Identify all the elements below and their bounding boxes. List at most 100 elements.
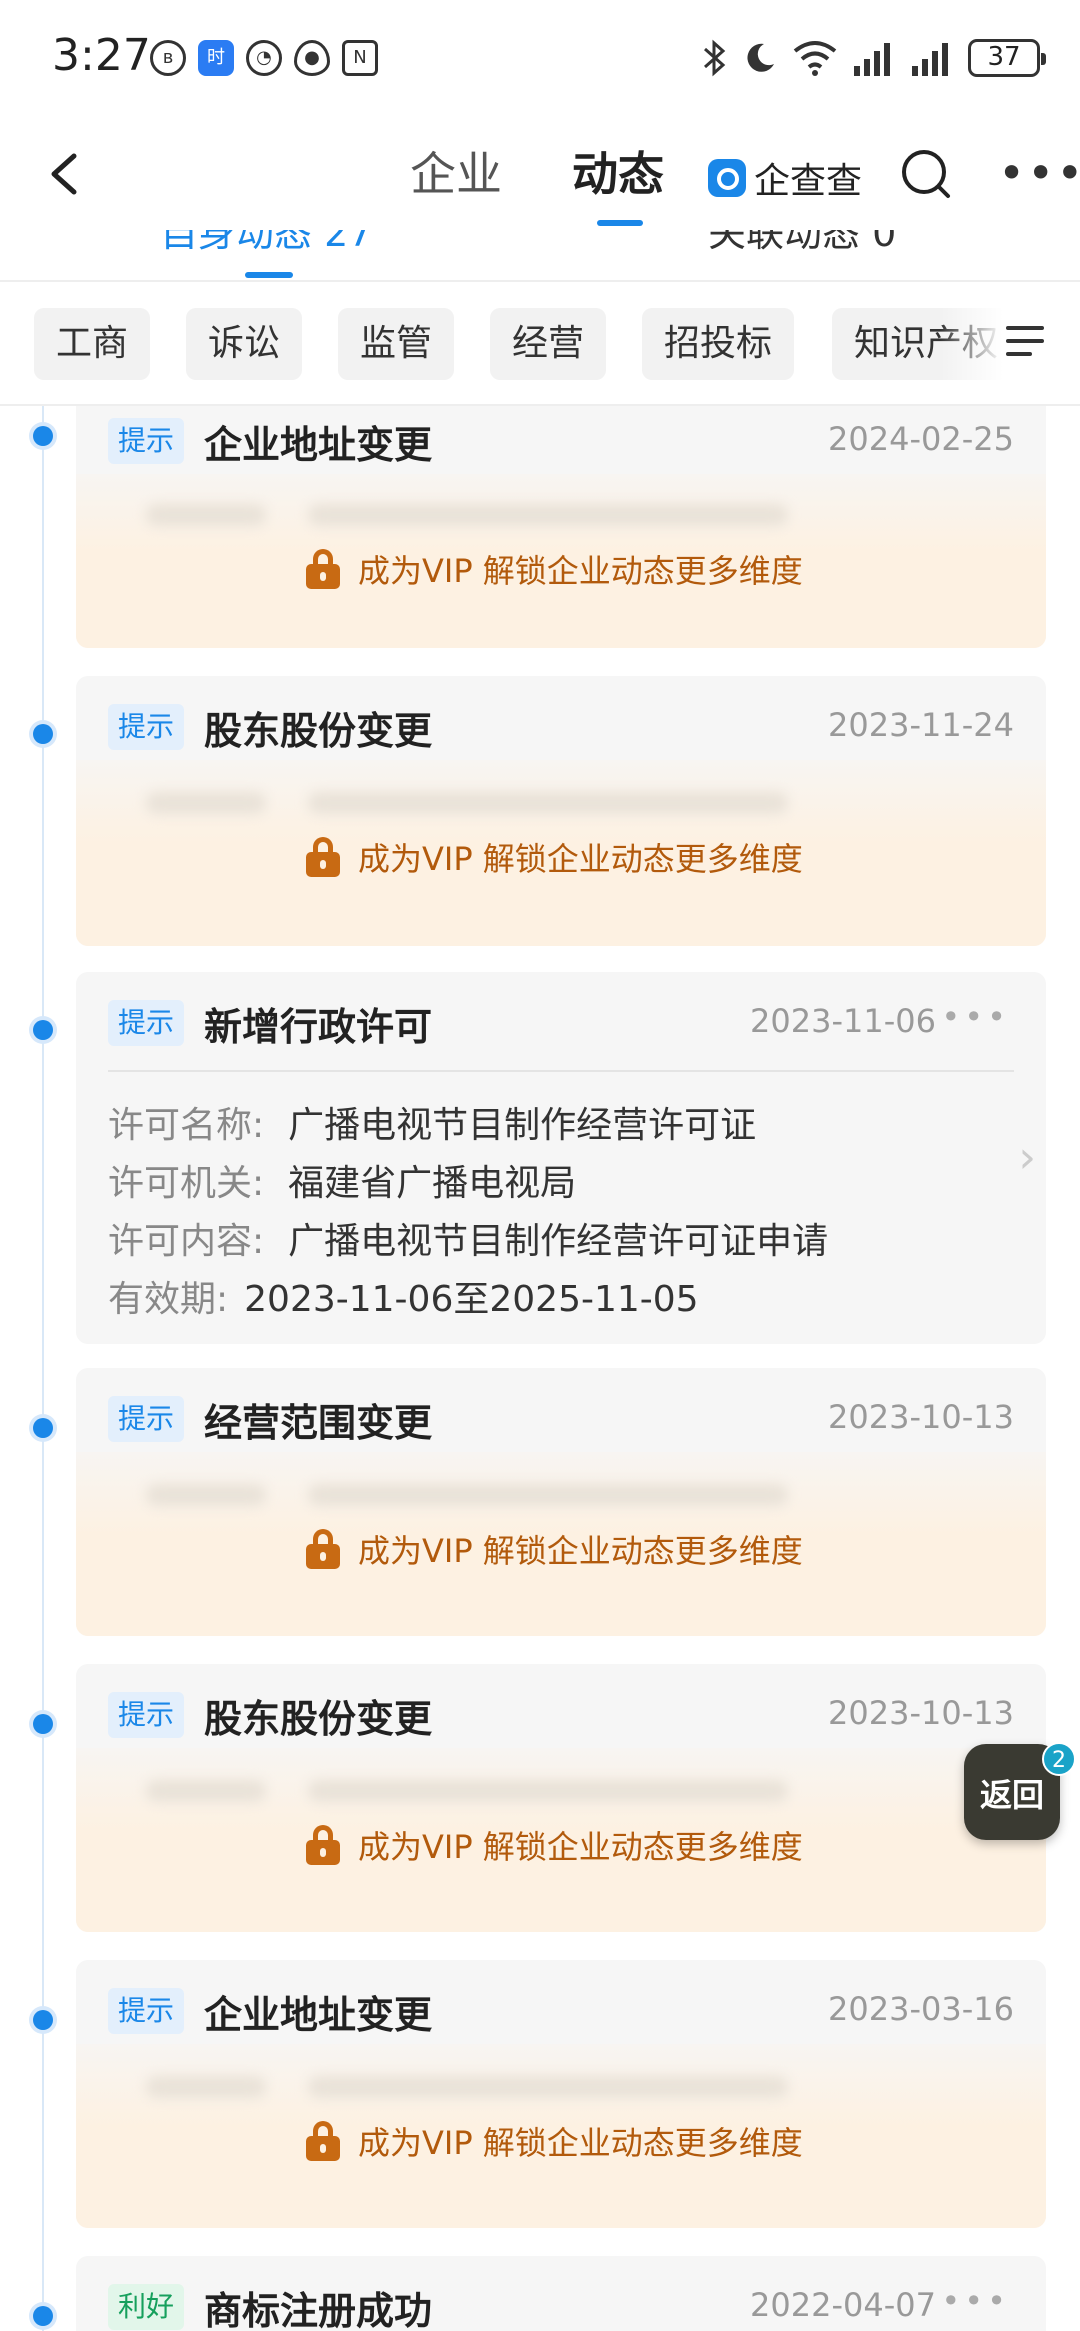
chevron-left-icon bbox=[51, 153, 77, 195]
vip-unlock-prompt[interactable]: 成为VIP 解锁企业动态更多维度 bbox=[306, 834, 803, 880]
blurred-text bbox=[146, 2076, 266, 2098]
chip-operation[interactable]: 经营 bbox=[490, 308, 607, 380]
timeline-dot bbox=[33, 2306, 53, 2326]
dynamic-item[interactable]: 提示 经营范围变更 2023-10-13 成为VIP 解锁企业动态更多维度 bbox=[76, 1368, 1046, 1636]
item-date: 2024-02-25 bbox=[828, 420, 1014, 458]
vip-unlock-prompt[interactable]: 成为VIP 解锁企业动态更多维度 bbox=[306, 1822, 803, 1868]
tab-own-dynamics[interactable]: 自身动态 27 bbox=[160, 230, 372, 257]
active-tab-indicator bbox=[597, 220, 643, 226]
item-more-icon[interactable]: ••• bbox=[941, 2282, 1010, 2320]
lock-icon bbox=[306, 1529, 340, 1569]
battery-indicator: 37 bbox=[968, 39, 1046, 77]
vip-unlock-text: 成为VIP 解锁企业动态更多维度 bbox=[358, 1828, 803, 1866]
bluetooth-app-icon: ʙ bbox=[150, 40, 186, 76]
item-date: 2023-11-06 bbox=[750, 1002, 936, 1040]
brand-logo: 企查查 bbox=[708, 152, 862, 204]
vip-locked-area[interactable]: 成为VIP 解锁企业动态更多维度 bbox=[76, 760, 1046, 946]
timeline-dot bbox=[33, 724, 53, 744]
brand-name: 企查查 bbox=[754, 161, 863, 202]
item-date: 2023-03-16 bbox=[828, 1990, 1014, 2028]
dynamic-item[interactable]: 提示 企业地址变更 2024-02-25 成为VIP 解锁企业动态更多维度 bbox=[76, 406, 1046, 648]
chip-bidding[interactable]: 招投标 bbox=[642, 308, 795, 380]
back-button[interactable] bbox=[36, 144, 96, 204]
lock-icon bbox=[306, 549, 340, 589]
blurred-text bbox=[308, 1780, 788, 1802]
vip-locked-area[interactable]: 成为VIP 解锁企业动态更多维度 bbox=[76, 474, 1046, 648]
eye-icon: ● bbox=[294, 40, 330, 76]
item-title: 企业地址变更 bbox=[204, 1993, 433, 2037]
lock-icon bbox=[306, 2121, 340, 2161]
tag-tip: 提示 bbox=[108, 1988, 185, 2034]
detail-label: 许可机关: bbox=[108, 1163, 265, 1204]
item-title: 商标注册成功 bbox=[204, 2289, 433, 2331]
cloud-icon: ◔ bbox=[246, 40, 282, 76]
vip-unlock-text: 成为VIP 解锁企业动态更多维度 bbox=[358, 552, 803, 590]
app-screen: 3:27 ʙ 时 ◔ ● N 37 企业 动态 企查查 ••• 自身动态 27 … bbox=[0, 0, 1080, 2331]
divider bbox=[108, 1070, 1014, 1072]
timeline-dot bbox=[33, 1714, 53, 1734]
vip-locked-area[interactable]: 成为VIP 解锁企业动态更多维度 bbox=[76, 2044, 1046, 2228]
category-filter-bar: 工商 诉讼 监管 经营 招投标 知识产权 bbox=[0, 284, 1080, 406]
sub-tab-indicator bbox=[245, 272, 293, 278]
detail-row: 许可内容: 广播电视节目制作经营许可证申请 bbox=[108, 1212, 828, 1264]
chip-business[interactable]: 工商 bbox=[34, 308, 151, 380]
item-title: 企业地址变更 bbox=[204, 423, 433, 467]
tab-related-dynamics[interactable]: 关联动态 0 bbox=[708, 230, 896, 257]
vip-locked-area[interactable]: 成为VIP 解锁企业动态更多维度 bbox=[76, 1452, 1046, 1636]
blurred-text bbox=[146, 1780, 266, 1802]
detail-value: 广播电视节目制作经营许可证申请 bbox=[288, 1221, 829, 1262]
detail-label: 许可名称: bbox=[108, 1105, 265, 1146]
item-more-icon[interactable]: ••• bbox=[941, 998, 1010, 1036]
blurred-text bbox=[308, 792, 788, 814]
item-date: 2023-11-24 bbox=[828, 706, 1014, 744]
tab-dynamics[interactable]: 动态 bbox=[572, 144, 664, 204]
system-icons: 37 bbox=[702, 38, 1046, 78]
blurred-text bbox=[308, 2076, 788, 2098]
status-bar: 3:27 ʙ 时 ◔ ● N 37 bbox=[0, 0, 1080, 120]
item-title: 股东股份变更 bbox=[204, 1697, 433, 1741]
item-date: 2023-10-13 bbox=[828, 1694, 1014, 1732]
item-date: 2023-10-13 bbox=[828, 1398, 1014, 1436]
sub-tab-bar: 自身动态 27 关联动态 0 bbox=[0, 230, 1080, 282]
vip-locked-area[interactable]: 成为VIP 解锁企业动态更多维度 bbox=[76, 1748, 1046, 1932]
filter-menu-icon[interactable] bbox=[1006, 326, 1048, 362]
dynamic-item[interactable]: 提示 新增行政许可 2023-11-06 ••• 许可名称: 广播电视节目制作经营… bbox=[76, 972, 1046, 1344]
tab-company[interactable]: 企业 bbox=[410, 144, 502, 204]
detail-label: 许可内容: bbox=[108, 1221, 265, 1262]
vip-unlock-prompt[interactable]: 成为VIP 解锁企业动态更多维度 bbox=[306, 1526, 803, 1572]
nfc-icon: N bbox=[342, 40, 378, 76]
blurred-text bbox=[308, 504, 788, 526]
bluetooth-icon bbox=[704, 39, 726, 77]
vip-unlock-prompt[interactable]: 成为VIP 解锁企业动态更多维度 bbox=[306, 546, 803, 592]
status-time: 3:27 bbox=[52, 30, 151, 81]
dynamic-item[interactable]: 提示 企业地址变更 2023-03-16 成为VIP 解锁企业动态更多维度 bbox=[76, 1960, 1046, 2228]
time-app-icon: 时 bbox=[198, 40, 234, 76]
dynamic-item[interactable]: 提示 股东股份变更 2023-10-13 成为VIP 解锁企业动态更多维度 bbox=[76, 1664, 1046, 1932]
timeline-dot bbox=[33, 426, 53, 446]
item-title: 新增行政许可 bbox=[204, 1005, 433, 1049]
lock-icon bbox=[306, 837, 340, 877]
detail-value: 广播电视节目制作经营许可证 bbox=[288, 1105, 757, 1146]
dynamic-item[interactable]: 提示 股东股份变更 2023-11-24 成为VIP 解锁企业动态更多维度 bbox=[76, 676, 1046, 946]
detail-row: 有效期: 2023-11-06至2025-11-05 bbox=[108, 1270, 699, 1322]
lock-icon bbox=[306, 1825, 340, 1865]
chevron-right-icon[interactable]: › bbox=[1018, 1132, 1036, 1183]
top-nav-bar: 企业 动态 企查查 ••• bbox=[0, 120, 1080, 230]
timeline-dot bbox=[33, 1418, 53, 1438]
blurred-text bbox=[308, 1484, 788, 1506]
vip-unlock-prompt[interactable]: 成为VIP 解锁企业动态更多维度 bbox=[306, 2118, 803, 2164]
signal-icon bbox=[854, 43, 890, 76]
notification-icons: ʙ 时 ◔ ● N bbox=[150, 40, 378, 76]
signal-icon bbox=[912, 43, 948, 76]
vip-unlock-text: 成为VIP 解锁企业动态更多维度 bbox=[358, 2124, 803, 2162]
blurred-text bbox=[146, 1484, 266, 1506]
timeline-dot bbox=[33, 2010, 53, 2030]
moon-icon bbox=[747, 43, 774, 72]
search-icon[interactable] bbox=[898, 146, 954, 202]
dynamic-item[interactable]: 利好 商标注册成功 2022-04-07 ••• bbox=[76, 2256, 1046, 2331]
chip-litigation[interactable]: 诉讼 bbox=[186, 308, 303, 380]
item-title: 股东股份变更 bbox=[204, 709, 433, 753]
more-options-icon[interactable]: ••• bbox=[998, 148, 1080, 198]
dynamics-feed: 提示 企业地址变更 2024-02-25 成为VIP 解锁企业动态更多维度 提示… bbox=[0, 406, 1080, 2331]
chip-regulation[interactable]: 监管 bbox=[338, 308, 455, 380]
